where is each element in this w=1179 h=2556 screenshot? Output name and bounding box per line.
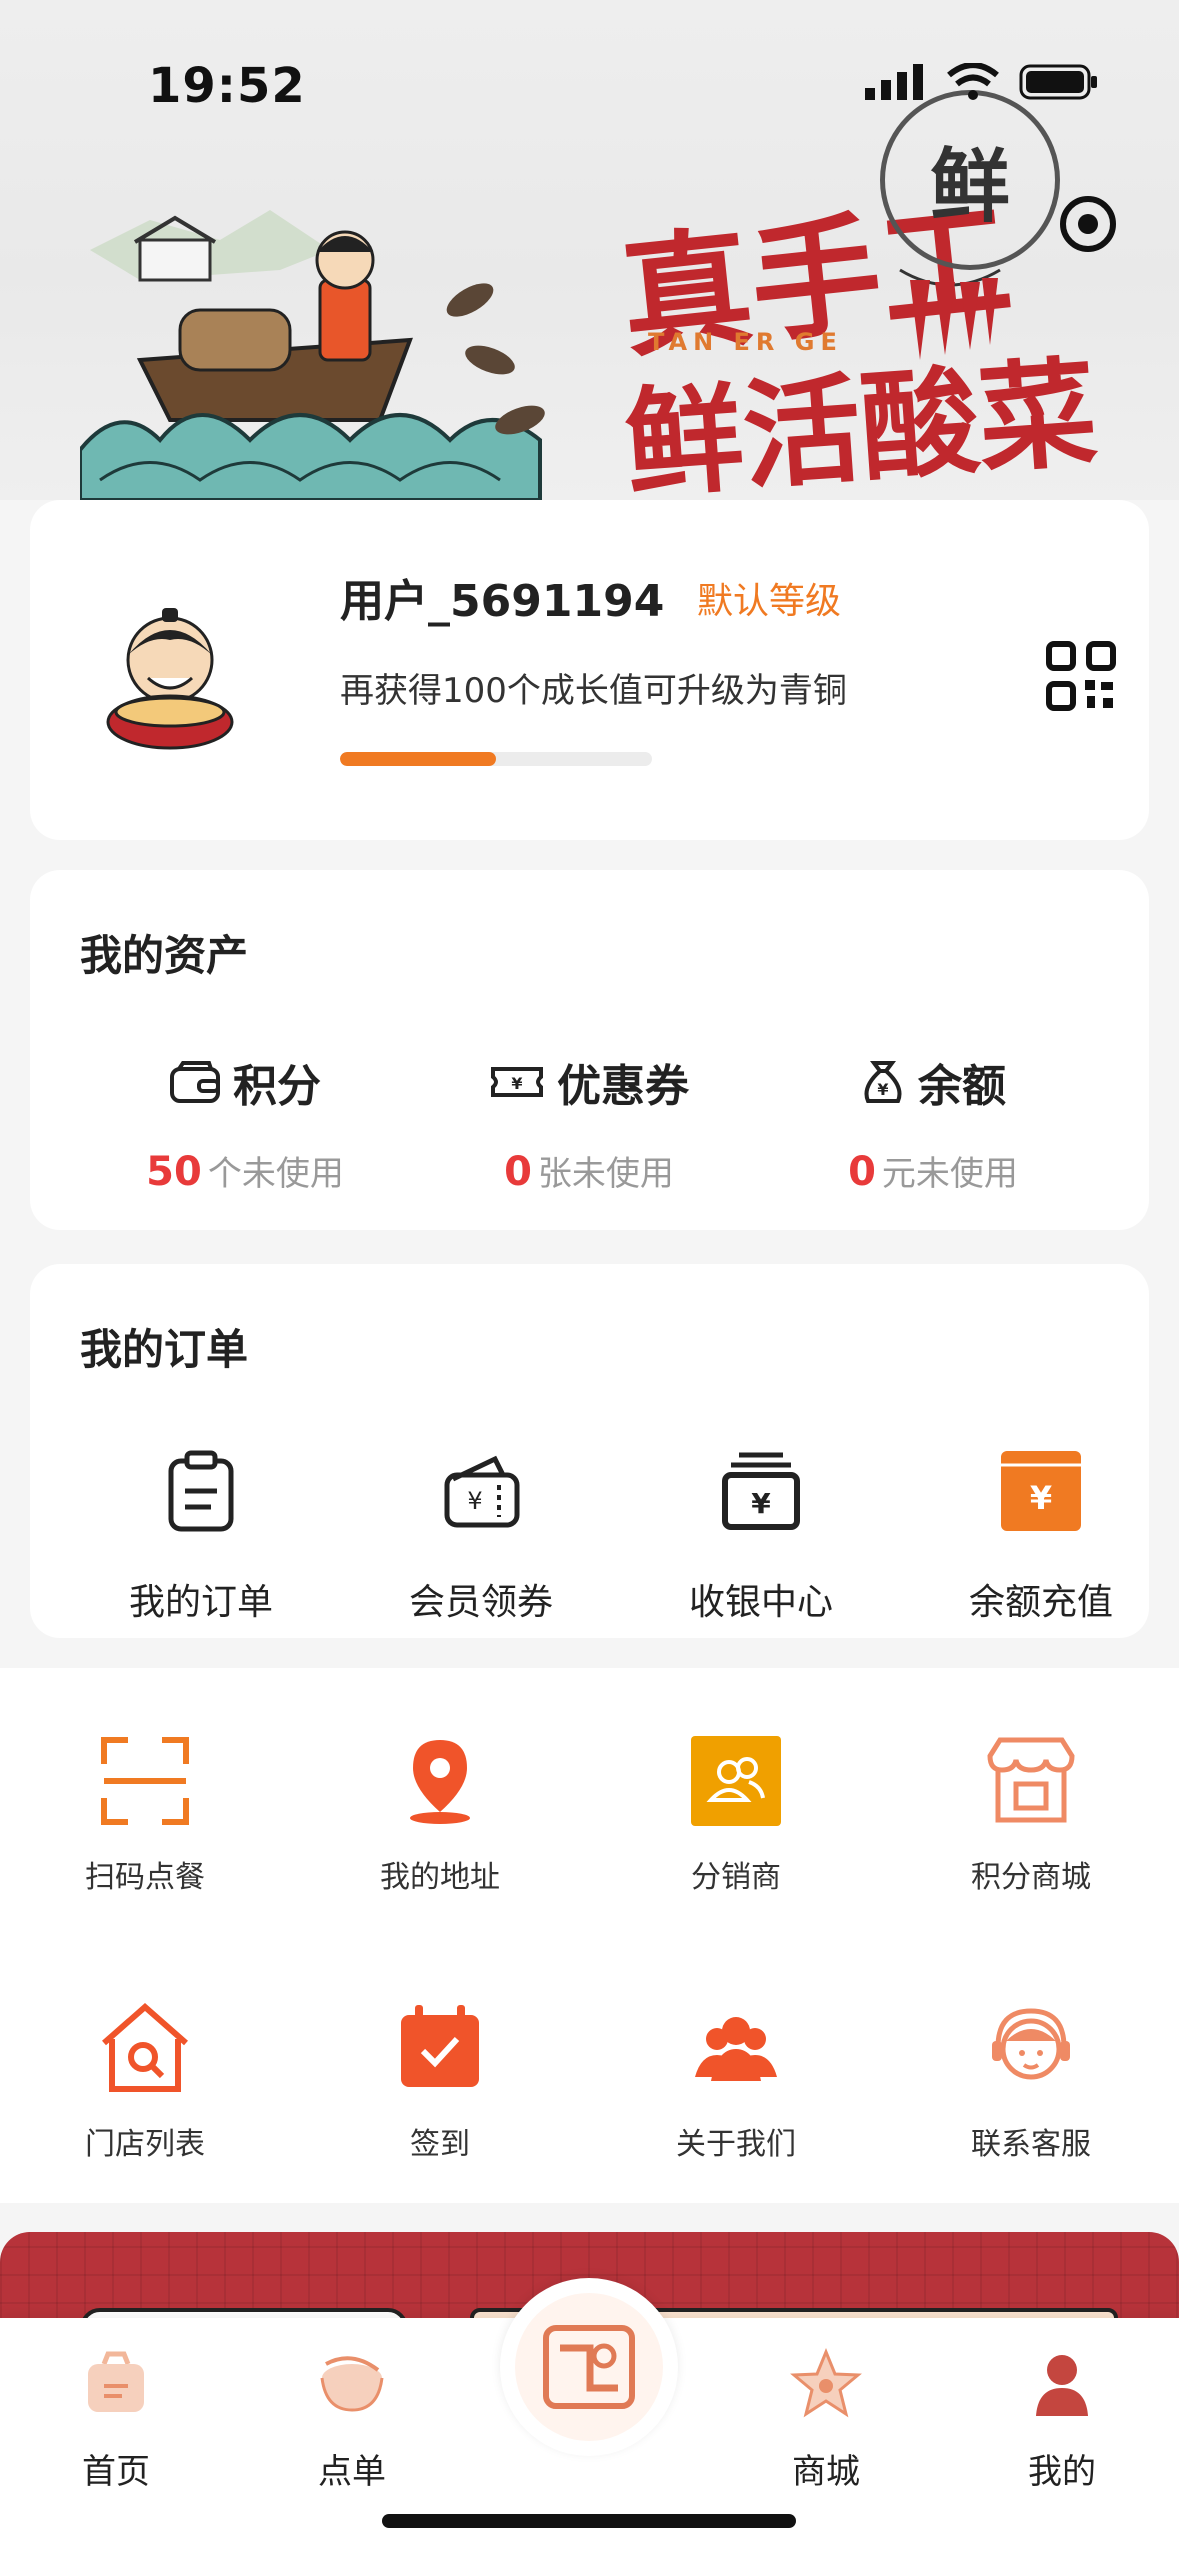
orders-title: 我的订单 xyxy=(80,1325,249,1374)
tool-label: 分销商 xyxy=(691,1860,781,1895)
tab-label: 点单 xyxy=(318,2452,386,2492)
brand-logo-seal: 鲜 xyxy=(880,90,1060,270)
wallet-icon xyxy=(170,1061,220,1103)
money-bag-icon: ¥ xyxy=(864,1061,902,1103)
tool-distributor[interactable]: 分销商 xyxy=(616,1736,856,1896)
tool-my-address[interactable]: 我的地址 xyxy=(320,1736,560,1896)
order-item-my-orders[interactable]: 我的订单 xyxy=(61,1449,341,1625)
distributor-icon xyxy=(691,1736,781,1826)
customer-service-icon xyxy=(992,2008,1070,2080)
svg-text:¥: ¥ xyxy=(1030,1479,1052,1517)
brand-logo-icon xyxy=(515,2293,663,2441)
order-item-label: 收银中心 xyxy=(688,1582,833,1623)
tab-order[interactable]: 点单 xyxy=(272,2348,432,2493)
ticket-icon: ¥ xyxy=(491,1067,543,1097)
tab-label: 商城 xyxy=(792,2452,860,2492)
coupon-wallet-icon: ¥ xyxy=(444,1455,520,1528)
asset-points-value: 50 xyxy=(146,1149,202,1195)
record-icon[interactable] xyxy=(1060,196,1116,252)
fisherman-illustration xyxy=(80,210,545,500)
tool-scan-order[interactable]: 扫码点餐 xyxy=(25,1736,265,1896)
tool-label: 我的地址 xyxy=(380,1860,500,1895)
center-logo-button[interactable] xyxy=(500,2278,678,2456)
member-level[interactable]: 默认等级 xyxy=(697,572,841,624)
asset-balance-value: 0 xyxy=(848,1149,876,1195)
assets-title: 我的资产 xyxy=(80,931,249,980)
asset-points-label: 积分 xyxy=(233,1061,321,1112)
asset-points[interactable]: 积分 50 个未使用 xyxy=(80,1050,410,1195)
group-icon xyxy=(695,2017,777,2081)
asset-coupons-label: 优惠券 xyxy=(557,1061,689,1112)
home-indicator xyxy=(382,2514,796,2528)
order-item-recharge[interactable]: ¥ 余额充值 xyxy=(901,1449,1179,1625)
qr-code-icon[interactable] xyxy=(1045,640,1117,712)
assets-card: 我的资产 积分 50 个未使用 ¥ 优惠券 0 张未使用 ¥ 余额 0 元未使用 xyxy=(30,870,1149,1230)
asset-coupons[interactable]: ¥ 优惠券 0 张未使用 xyxy=(424,1050,754,1195)
order-item-label: 我的订单 xyxy=(128,1582,273,1623)
tab-mine[interactable]: 我的 xyxy=(982,2348,1142,2493)
username: 用户_5691194 xyxy=(340,576,665,627)
tab-home[interactable]: 首页 xyxy=(36,2348,196,2493)
calendar-check-icon xyxy=(401,2005,479,2087)
profile-icon xyxy=(1036,2355,1088,2416)
home-bag-icon xyxy=(88,2351,144,2412)
asset-points-unit: 个未使用 xyxy=(207,1154,344,1194)
growth-hint: 再获得100个成长值可升级为青铜 xyxy=(340,671,847,711)
tool-store-list[interactable]: 门店列表 xyxy=(25,2003,265,2163)
tool-checkin[interactable]: 签到 xyxy=(320,2003,560,2163)
battery-icon xyxy=(1019,64,1097,100)
clipboard-icon xyxy=(168,1450,234,1532)
location-pin-icon xyxy=(410,1740,470,1824)
tool-label: 签到 xyxy=(410,2127,470,2162)
svg-text:¥: ¥ xyxy=(877,1080,888,1099)
recharge-icon: ¥ xyxy=(1001,1451,1081,1531)
chili-icon xyxy=(899,268,1001,360)
tool-label: 积分商城 xyxy=(971,1860,1091,1895)
svg-text:¥: ¥ xyxy=(467,1487,482,1515)
tool-points-mall[interactable]: 积分商城 xyxy=(911,1736,1151,1896)
tools-grid: 扫码点餐 我的地址 分销商 积分商城 门店列表 签到 关于我们 联系客服 xyxy=(0,1668,1179,2203)
asset-coupons-value: 0 xyxy=(504,1149,532,1195)
svg-text:¥: ¥ xyxy=(751,1487,771,1520)
status-time: 19:52 xyxy=(148,58,306,114)
order-item-label: 会员领券 xyxy=(408,1582,553,1623)
tool-label: 关于我们 xyxy=(676,2127,796,2162)
order-item-label: 余额充值 xyxy=(968,1582,1113,1623)
asset-balance-unit: 元未使用 xyxy=(881,1154,1018,1194)
growth-progress-bar xyxy=(340,752,652,766)
tool-label: 门店列表 xyxy=(85,2127,205,2162)
scan-icon xyxy=(101,1737,189,1825)
bowl-icon xyxy=(320,2356,384,2412)
tool-label: 联系客服 xyxy=(971,2127,1091,2162)
svg-text:¥: ¥ xyxy=(511,1074,522,1093)
tool-customer-service[interactable]: 联系客服 xyxy=(911,2003,1151,2163)
asset-balance-label: 余额 xyxy=(918,1061,1006,1112)
store-search-icon xyxy=(102,2003,188,2092)
order-item-member-coupons[interactable]: ¥ 会员领券 xyxy=(341,1449,621,1625)
star-icon xyxy=(790,2348,862,2418)
tool-about-us[interactable]: 关于我们 xyxy=(616,2003,856,2163)
store-icon xyxy=(987,1737,1075,1823)
tab-label: 我的 xyxy=(1028,2452,1096,2492)
tool-label: 扫码点餐 xyxy=(85,1860,205,1895)
asset-coupons-unit: 张未使用 xyxy=(537,1154,674,1194)
status-icons xyxy=(865,62,1099,102)
wifi-icon xyxy=(947,63,999,100)
cashier-icon: ¥ xyxy=(722,1452,800,1530)
signal-icon xyxy=(865,64,923,100)
orders-card: 我的订单 我的订单 ¥ 会员领券 ¥ 收银中心 ¥ 余额充值 xyxy=(30,1264,1149,1638)
growth-progress-fill xyxy=(340,752,496,766)
order-item-cashier[interactable]: ¥ 收银中心 xyxy=(621,1449,901,1625)
asset-balance[interactable]: ¥ 余额 0 元未使用 xyxy=(768,1050,1098,1195)
tab-mall[interactable]: 商城 xyxy=(746,2348,906,2493)
tab-label: 首页 xyxy=(82,2452,150,2492)
avatar[interactable] xyxy=(90,600,250,760)
logo-char: 鲜 xyxy=(930,139,1010,233)
